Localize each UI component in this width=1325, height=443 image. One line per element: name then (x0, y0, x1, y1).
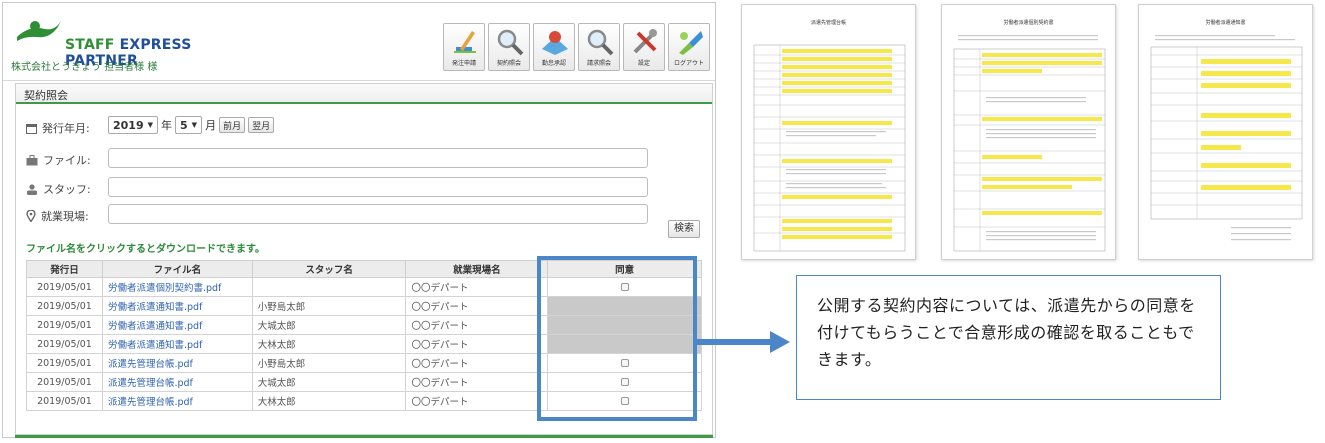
file-input[interactable] (108, 148, 648, 168)
year-value: 2019 (113, 118, 144, 132)
attendance-approval-button[interactable]: 勤怠承認 (533, 23, 575, 71)
month-unit: 月 (205, 119, 217, 132)
arrow-right-icon (770, 331, 790, 353)
approve-icon (542, 31, 568, 55)
doc-form-lines (1150, 35, 1303, 241)
row-staff: 小野島太郎 (251, 296, 407, 316)
file-label: ファイル: (43, 154, 91, 167)
logo-text-staff: STAFF (65, 37, 115, 53)
order-request-button[interactable]: 発注申請 (443, 23, 485, 71)
month-value: 5 (180, 118, 188, 132)
col-issue-date: 発行日 (26, 260, 103, 278)
download-hint: ファイル名をクリックするとダウンロードできます。 (26, 244, 265, 255)
chevron-down-icon: ▼ (147, 121, 154, 129)
row-date: 2019/05/01 (26, 353, 103, 373)
month-select[interactable]: 5 ▼ (175, 116, 203, 134)
next-month-button[interactable]: 翌月 (248, 117, 275, 133)
settings-label: 設定 (637, 60, 650, 67)
calendar-icon (26, 123, 37, 134)
row-file-link[interactable]: 派遣先管理台帳.pdf (101, 353, 253, 373)
row-file-link[interactable]: 派遣先管理台帳.pdf (101, 372, 253, 392)
contract-inquiry-button[interactable]: 契約照会 (488, 23, 530, 71)
issue-month-label: 発行年月: (42, 122, 90, 135)
staff-label: スタッフ: (43, 183, 91, 196)
invoice-inquiry-button[interactable]: 請求照会 (578, 23, 620, 71)
row-site: 〇〇デパート (405, 315, 549, 335)
row-date: 2019/05/01 (26, 277, 103, 297)
row-file-link[interactable]: 派遣先管理台帳.pdf (101, 391, 253, 411)
chevron-down-icon: ▼ (191, 121, 198, 129)
order-request-label: 発注申請 (451, 60, 476, 67)
row-site: 〇〇デパート (405, 296, 549, 316)
pencil-icon (454, 31, 476, 53)
row-site: 〇〇デパート (405, 391, 549, 411)
invoice-inquiry-label: 請求照会 (586, 60, 611, 67)
row-staff (251, 277, 407, 297)
settings-button[interactable]: 設定 (623, 23, 665, 71)
swoosh-logo-icon (17, 21, 61, 41)
row-staff: 大林太郎 (251, 391, 407, 411)
toolbar: 発注申請 契約照会 勤怠承認 請求照会 設定 ログアウト (443, 23, 710, 73)
row-site: 〇〇デパート (405, 334, 549, 354)
row-staff: 大城太郎 (251, 372, 407, 392)
staff-row: スタッフ: (16, 177, 706, 199)
row-site: 〇〇デパート (405, 353, 549, 373)
magnifier-icon (497, 29, 524, 56)
invoice-search-icon (587, 29, 614, 56)
location-pin-icon (26, 210, 36, 222)
row-file-link[interactable]: 労働者派遣通知書.pdf (101, 334, 253, 354)
doc-form-lines (953, 35, 1106, 252)
logout-label: ログアウト (673, 60, 704, 67)
doc-thumbnail-contract: 労働者派遣個別契約書 (941, 4, 1116, 260)
row-file-link[interactable]: 労働者派遣通知書.pdf (101, 296, 253, 316)
issue-month-row: 発行年月: 2019 ▼ 年 5 ▼ 月 前月 翌月 (16, 116, 706, 138)
row-staff: 大林太郎 (251, 334, 407, 354)
callout-text: 公開する契約内容については、派遣先からの同意を付けてもらうことで合意形成の確認を… (817, 296, 1196, 369)
year-select[interactable]: 2019 ▼ (108, 116, 159, 134)
row-site: 〇〇デパート (405, 372, 549, 392)
row-staff: 大城太郎 (251, 315, 407, 335)
footer-accent-bar (15, 435, 713, 438)
row-date: 2019/05/01 (26, 315, 103, 335)
row-staff: 小野島太郎 (251, 353, 407, 373)
company-name: 株式会社とうきょう 担当者様 様 (11, 62, 158, 73)
search-button[interactable]: 検索 (668, 220, 700, 238)
doc-form-lines (753, 44, 906, 252)
year-unit: 年 (161, 119, 173, 132)
site-input[interactable] (108, 204, 648, 224)
contract-inquiry-label: 契約照会 (496, 60, 521, 67)
logout-icon (679, 31, 703, 55)
col-file-name: ファイル名 (101, 260, 253, 278)
person-icon (27, 183, 37, 195)
panel-title: 契約照会 (16, 84, 712, 104)
briefcase-icon (26, 154, 38, 165)
row-date: 2019/05/01 (26, 296, 103, 316)
site-row: 就業現場: (16, 204, 706, 226)
logout-button[interactable]: ログアウト (668, 23, 710, 71)
row-site: 〇〇デパート (405, 277, 549, 297)
file-row: ファイル: (16, 148, 706, 170)
tools-icon (633, 29, 657, 54)
staff-input[interactable] (108, 177, 648, 197)
col-staff-name: スタッフ名 (251, 260, 407, 278)
doc-thumbnail-ledger: 派遣先管理台帳 (741, 4, 916, 260)
arrow-shaft (697, 339, 772, 345)
row-date: 2019/05/01 (26, 372, 103, 392)
attendance-approval-label: 勤怠承認 (541, 60, 566, 67)
prev-month-button[interactable]: 前月 (219, 117, 246, 133)
app-header: STAFF EXPRESS PARTNER 株式会社とうきょう 担当者様 様 発… (3, 3, 715, 81)
row-file-link[interactable]: 労働者派遣通知書.pdf (101, 315, 253, 335)
agree-column-highlight (537, 256, 697, 421)
row-date: 2019/05/01 (26, 334, 103, 354)
row-file-link[interactable]: 労働者派遣個別契約書.pdf (101, 277, 253, 297)
explanation-callout: 公開する契約内容については、派遣先からの同意を付けてもらうことで合意形成の確認を… (796, 275, 1221, 400)
staff-express-logo[interactable]: STAFF EXPRESS PARTNER (15, 17, 265, 69)
row-date: 2019/05/01 (26, 391, 103, 411)
doc-thumbnail-notice: 労働者派遣通知書 (1138, 4, 1313, 260)
site-label: 就業現場: (41, 210, 89, 223)
col-site-name: 就業現場名 (405, 260, 549, 278)
